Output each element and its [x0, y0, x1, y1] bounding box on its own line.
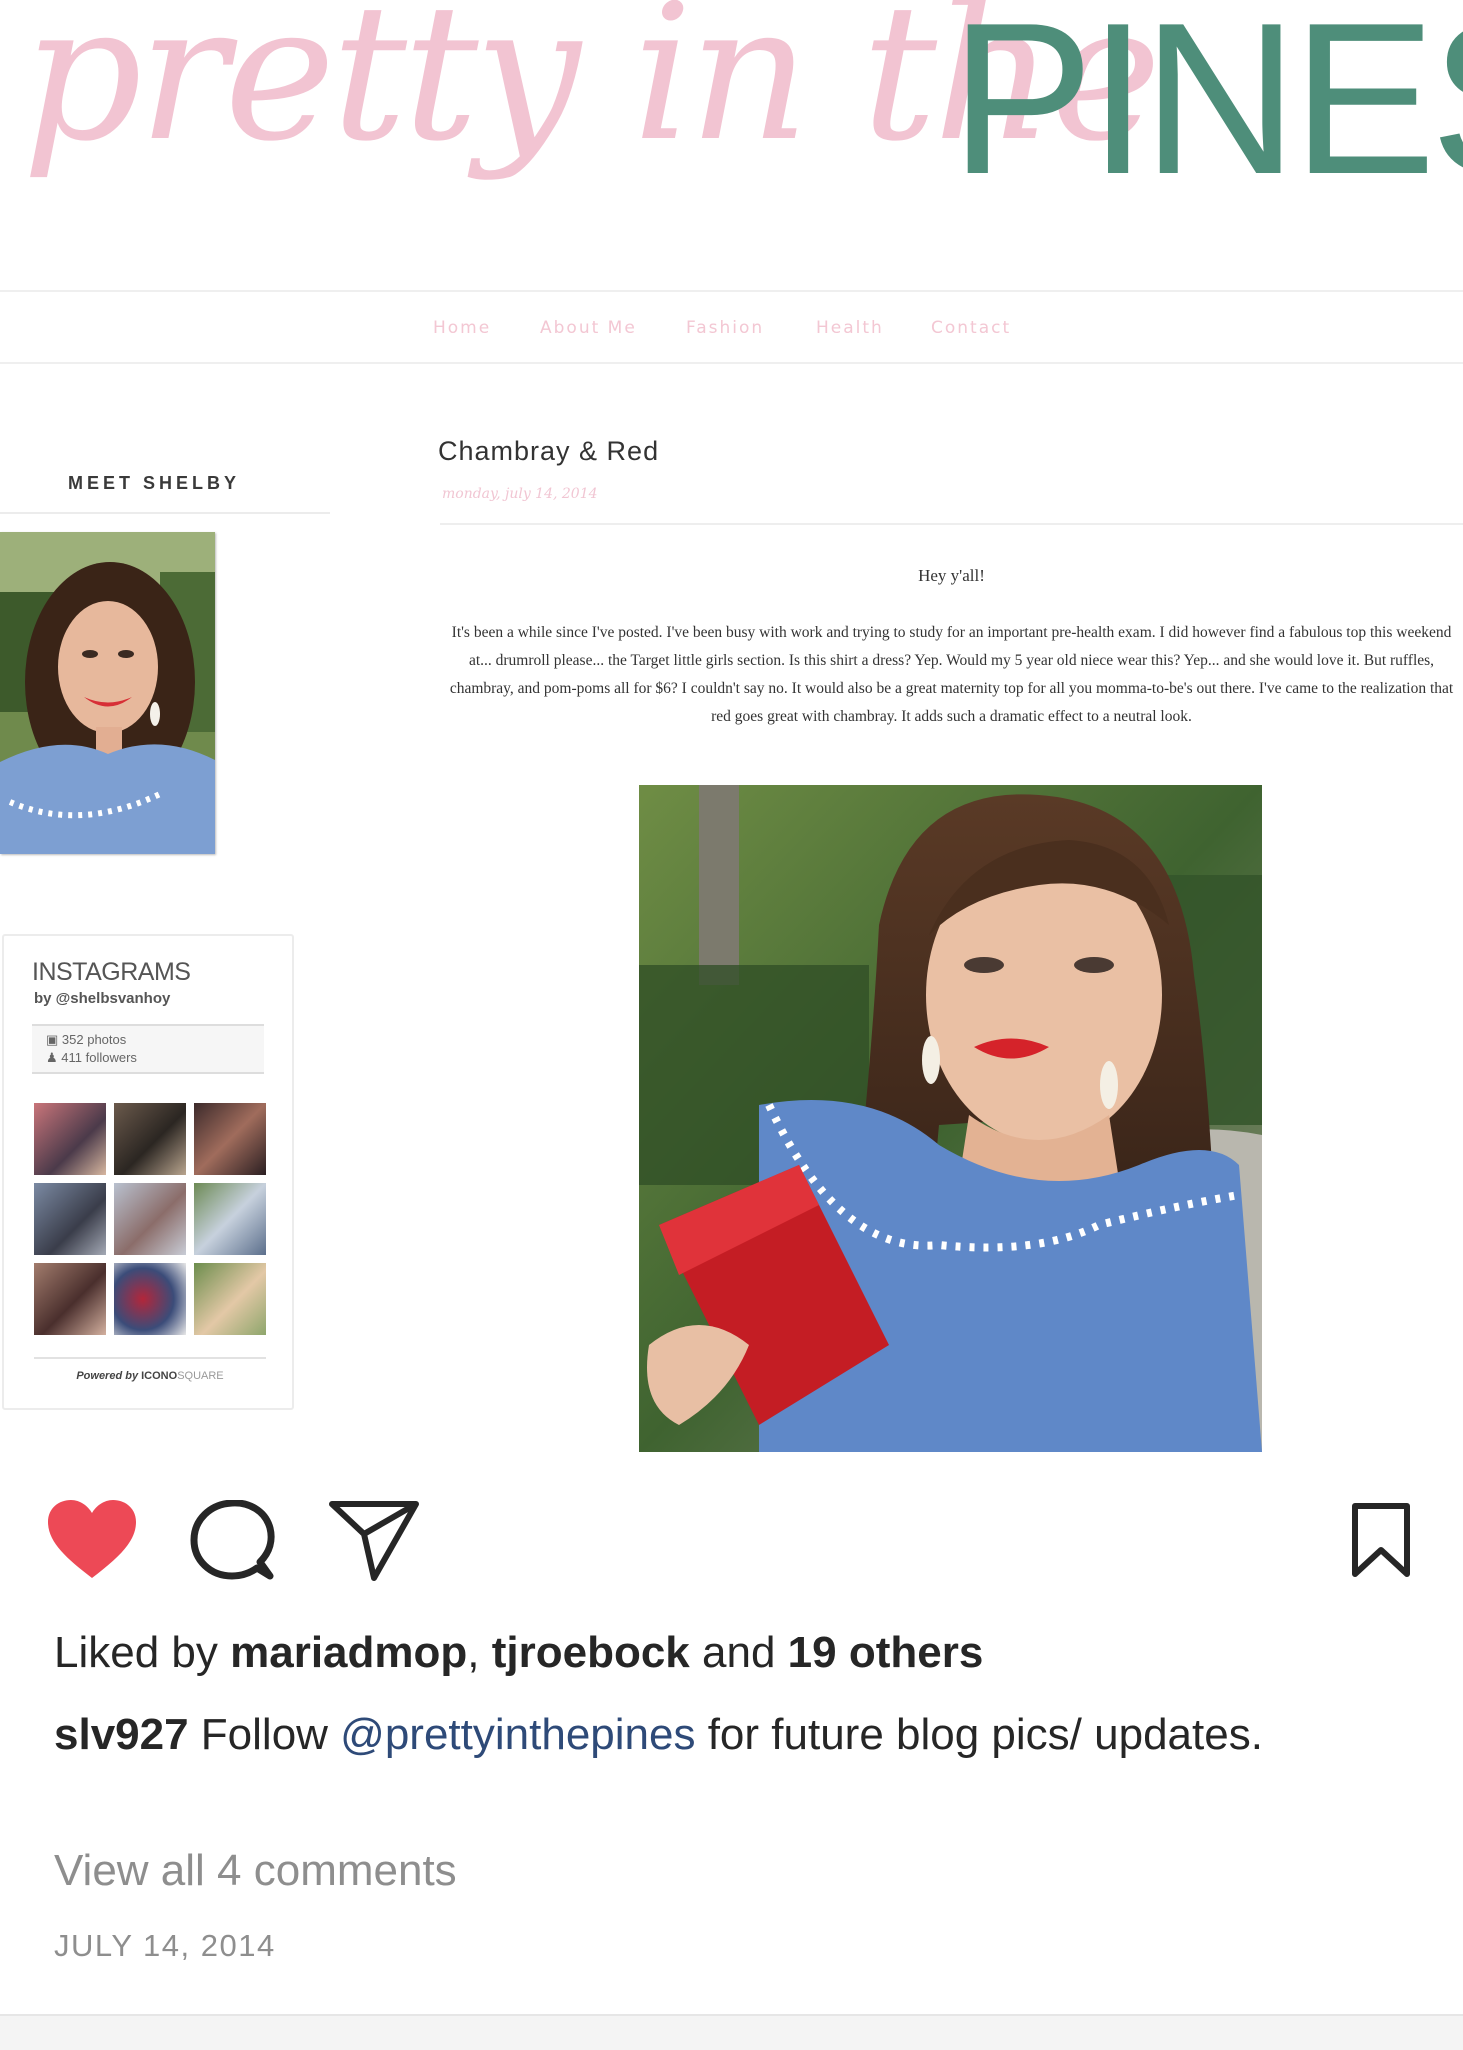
- instagram-thumbnail[interactable]: [194, 1183, 266, 1255]
- comment-icon[interactable]: [190, 1499, 276, 1582]
- instagram-thumbnail[interactable]: [114, 1263, 186, 1335]
- instagram-thumbnail[interactable]: [194, 1263, 266, 1335]
- liker-username[interactable]: tjroebock: [492, 1628, 690, 1677]
- instagram-widget-powered-by[interactable]: Powered by ICONOSQUARE: [34, 1370, 266, 1382]
- nav-item-contact[interactable]: Contact: [931, 318, 1011, 338]
- instagram-thumbnail[interactable]: [114, 1103, 186, 1175]
- instagram-thumbnail-grid: [34, 1103, 266, 1335]
- bookmark-icon[interactable]: [1350, 1502, 1412, 1578]
- nav-item-fashion[interactable]: Fashion: [686, 318, 764, 338]
- caption-mention-link[interactable]: @prettyinthepines: [340, 1710, 695, 1759]
- likes-others-link[interactable]: 19 others: [788, 1628, 984, 1677]
- instagram-thumbnail[interactable]: [34, 1183, 106, 1255]
- powered-by-brand: ICONO: [141, 1370, 178, 1382]
- blog-nav: Home About Me Fashion Health Contact: [0, 318, 1463, 344]
- heart-icon[interactable]: [46, 1498, 138, 1580]
- caption-username[interactable]: slv927: [54, 1710, 189, 1759]
- post-date: monday, july 14, 2014: [442, 486, 598, 502]
- instagram-widget-rule: [34, 1357, 266, 1359]
- nav-item-about[interactable]: About Me: [540, 318, 637, 338]
- instagram-widget-stats: ▣ 352 photos ♟ 411 followers: [32, 1024, 264, 1074]
- liked-by-line: Liked by mariadmop, tjroebock and 19 oth…: [54, 1628, 983, 1678]
- profile-photo-art: [0, 532, 215, 854]
- post-timestamp: JULY 14, 2014: [54, 1928, 276, 1963]
- post-photo-art: [639, 785, 1262, 1452]
- share-icon[interactable]: [328, 1498, 420, 1582]
- liked-by-separator: ,: [467, 1628, 492, 1677]
- nav-item-home[interactable]: Home: [433, 318, 491, 338]
- instagram-thumbnail[interactable]: [34, 1103, 106, 1175]
- header-divider-bottom: [0, 362, 1463, 364]
- liked-by-prefix: Liked by: [54, 1628, 231, 1677]
- liker-username[interactable]: mariadmop: [230, 1628, 467, 1677]
- powered-by-suffix: SQUARE: [177, 1370, 224, 1382]
- post-body: It's been a while since I've posted. I'v…: [449, 624, 1454, 725]
- person-icon: ♟: [46, 1050, 58, 1065]
- comment-icon-svg: [190, 1499, 275, 1580]
- sidebar-heading: MEET SHELBY: [68, 473, 241, 493]
- instagram-thumbnail[interactable]: [34, 1263, 106, 1335]
- photo-count-label: 352 photos: [61, 1032, 127, 1047]
- post-title[interactable]: Chambray & Red: [438, 436, 659, 467]
- powered-by-prefix: Powered by: [76, 1370, 142, 1382]
- follower-count-label: 411 followers: [61, 1050, 137, 1065]
- instagram-follower-count: ♟ 411 followers: [46, 1050, 137, 1066]
- bottom-bar: [0, 2014, 1463, 2050]
- caption-text: Follow: [188, 1710, 341, 1759]
- blog-title-pines: PINES: [950, 0, 1463, 219]
- caption-text: for future blog pics/ updates.: [695, 1710, 1263, 1759]
- camera-icon: ▣: [46, 1032, 59, 1047]
- instagram-photo-count: ▣ 352 photos: [46, 1032, 126, 1048]
- post-rule: [440, 523, 1463, 525]
- instagram-widget-title: INSTAGRAMS: [32, 958, 191, 986]
- post-greeting: Hey y'all!: [918, 566, 985, 585]
- share-icon-svg: [329, 1501, 419, 1581]
- liked-by-and: and: [689, 1628, 788, 1677]
- blog-screenshot-image: pretty in the PINES Home About Me Fashio…: [0, 0, 1463, 1470]
- sidebar-rule: [0, 512, 330, 514]
- header-divider-top: [0, 290, 1463, 292]
- view-all-comments-link[interactable]: View all 4 comments: [54, 1846, 457, 1896]
- profile-photo: [0, 532, 215, 854]
- instagram-thumbnail[interactable]: [114, 1183, 186, 1255]
- instagram-widget-handle[interactable]: by @shelbsvanhoy: [34, 990, 170, 1007]
- bookmark-icon-svg: [1352, 1503, 1410, 1577]
- heart-icon-svg: [48, 1500, 136, 1578]
- post-photo: [639, 785, 1262, 1452]
- nav-item-health[interactable]: Health: [816, 318, 884, 338]
- post-caption: slv927 Follow @prettyinthepines for futu…: [54, 1706, 1354, 1763]
- instagram-thumbnail[interactable]: [194, 1103, 266, 1175]
- instagram-widget: INSTAGRAMS by @shelbsvanhoy ▣ 352 photos…: [2, 934, 294, 1410]
